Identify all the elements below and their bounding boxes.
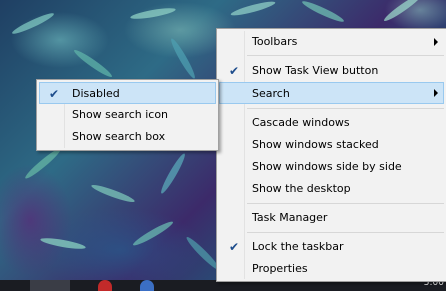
menu-item-label: Cascade windows xyxy=(252,116,350,129)
menu-item-cascade-windows[interactable]: Cascade windows xyxy=(219,112,444,134)
menu-item-label: Show the desktop xyxy=(252,182,351,195)
checkmark-icon: ✔ xyxy=(48,87,60,101)
wallpaper-leaf xyxy=(72,47,114,80)
search-submenu: ✔ Disabled Show search icon Show search … xyxy=(36,79,219,151)
menu-item-label: Task Manager xyxy=(252,211,328,224)
menu-item-properties[interactable]: Properties xyxy=(219,258,444,280)
menu-separator xyxy=(247,232,444,233)
menu-item-label: Show windows side by side xyxy=(252,160,402,173)
menu-item-label: Toolbars xyxy=(252,35,298,48)
menu-item-search[interactable]: Search xyxy=(219,82,444,104)
menu-item-show-task-view-button[interactable]: ✔ Show Task View button xyxy=(219,60,444,82)
menu-item-label: Properties xyxy=(252,262,308,275)
taskbar-app-button[interactable] xyxy=(30,280,70,291)
submenu-arrow-icon xyxy=(434,38,438,46)
menu-item-show-windows-stacked[interactable]: Show windows stacked xyxy=(219,134,444,156)
menu-item-label: Show windows stacked xyxy=(252,138,379,151)
menu-separator xyxy=(247,108,444,109)
menu-separator xyxy=(247,203,444,204)
submenu-arrow-icon xyxy=(434,89,438,97)
wallpaper-leaf xyxy=(39,236,87,251)
menu-item-label: Show search box xyxy=(72,130,166,143)
checkmark-icon: ✔ xyxy=(228,64,240,78)
checkmark-icon: ✔ xyxy=(228,240,240,254)
wallpaper-leaf xyxy=(382,0,424,24)
menu-item-lock-the-taskbar[interactable]: ✔ Lock the taskbar xyxy=(219,236,444,258)
submenu-item-show-search-box[interactable]: Show search box xyxy=(39,126,216,148)
submenu-item-disabled[interactable]: ✔ Disabled xyxy=(39,82,216,104)
menu-separator xyxy=(247,55,444,56)
menu-item-label: Search xyxy=(252,87,290,100)
menu-item-label: Lock the taskbar xyxy=(252,240,344,253)
wallpaper-leaf xyxy=(300,0,346,25)
wallpaper-leaf xyxy=(131,218,175,249)
menu-item-label: Disabled xyxy=(72,87,120,100)
wallpaper-leaf xyxy=(23,146,63,181)
menu-item-label: Show search icon xyxy=(72,108,169,121)
wallpaper-leaf xyxy=(90,182,136,205)
menu-item-show-windows-side-by-side[interactable]: Show windows side by side xyxy=(219,156,444,178)
wallpaper-leaf xyxy=(168,36,198,81)
menu-item-label: Show Task View button xyxy=(252,64,379,77)
menu-item-toolbars[interactable]: Toolbars xyxy=(219,31,444,53)
wallpaper-leaf xyxy=(158,151,188,196)
taskbar-context-menu: Toolbars ✔ Show Task View button Search … xyxy=(216,28,446,282)
submenu-item-show-search-icon[interactable]: Show search icon xyxy=(39,104,216,126)
wallpaper-leaf xyxy=(229,0,277,18)
app-icon[interactable] xyxy=(140,280,154,291)
browser-icon[interactable] xyxy=(98,280,112,291)
menu-item-show-the-desktop[interactable]: Show the desktop xyxy=(219,178,444,200)
wallpaper-leaf xyxy=(129,6,177,21)
wallpaper-leaf xyxy=(10,10,56,37)
menu-item-task-manager[interactable]: Task Manager xyxy=(219,207,444,229)
